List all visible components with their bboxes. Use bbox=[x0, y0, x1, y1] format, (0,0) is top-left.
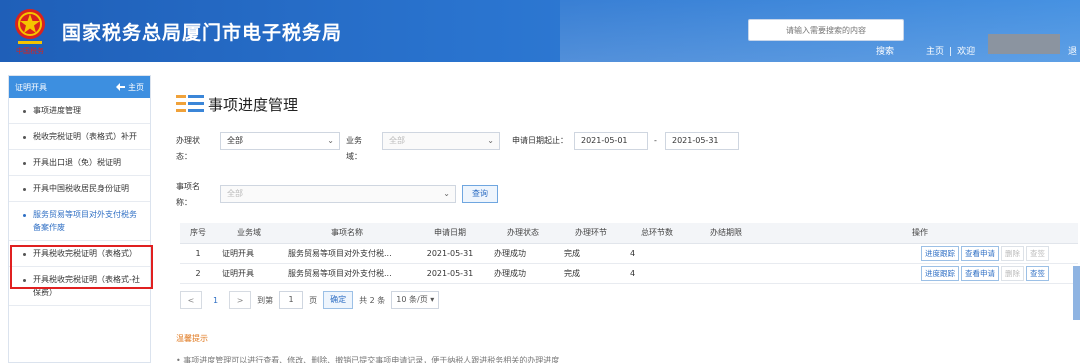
list-icon bbox=[176, 93, 204, 115]
cell-total: 4 bbox=[624, 243, 690, 264]
view-application-button[interactable]: 查看申请 bbox=[961, 265, 999, 281]
cell-deadline bbox=[690, 243, 762, 264]
cell-total: 4 bbox=[624, 263, 690, 284]
date-label: 申请日期起止： bbox=[512, 136, 568, 145]
chevron-left-icon: < bbox=[187, 295, 195, 305]
tip-title: 温馨提示 bbox=[176, 334, 208, 343]
column-header: 申请日期 bbox=[412, 223, 488, 244]
sidebar-item-progress[interactable]: 事项进度管理 bbox=[9, 98, 150, 124]
track-progress-button[interactable]: 进度跟踪 bbox=[921, 245, 959, 261]
chevron-down-icon: ⌄ bbox=[443, 189, 450, 198]
welcome-text: 欢迎 bbox=[957, 47, 976, 57]
scrollbar[interactable] bbox=[1073, 266, 1080, 320]
progress-table: 序号 业务域 事项名称 申请日期 办理状态 办理环节 总环节数 办结期限 操作 … bbox=[180, 223, 1078, 284]
page-unit-label: 页 bbox=[309, 295, 318, 305]
item-name-label: 事项名称： bbox=[176, 182, 200, 207]
logout-link[interactable]: 退 bbox=[1068, 44, 1077, 57]
svg-text:中国税务: 中国税务 bbox=[16, 46, 44, 55]
search-button[interactable]: 搜索 bbox=[876, 44, 894, 57]
cell-actions: 进度跟踪 查看申请 删除 查签 bbox=[762, 263, 1078, 284]
item-name-select[interactable]: 全部 ⌄ bbox=[220, 185, 456, 203]
delete-button[interactable]: 删除 bbox=[1001, 265, 1024, 281]
cell-domain: 证明开具 bbox=[216, 243, 282, 264]
page-number[interactable]: 1 bbox=[208, 296, 223, 305]
column-header: 办理状态 bbox=[488, 223, 558, 244]
top-links: 主页 | 欢迎 bbox=[926, 47, 976, 57]
date-end-input[interactable]: 2021-05-31 bbox=[665, 132, 739, 150]
next-page-button[interactable]: > bbox=[229, 291, 252, 309]
business-label: 业务域： bbox=[346, 136, 362, 161]
cell-date: 2021-05-31 bbox=[412, 263, 488, 284]
page-title: 事项进度管理 bbox=[176, 93, 298, 115]
chevron-down-icon: ⌄ bbox=[327, 136, 334, 145]
sidebar-item-export-refund[interactable]: 开具出口退（免）税证明 bbox=[9, 150, 150, 176]
date-start-input[interactable]: 2021-05-01 bbox=[574, 132, 648, 150]
sidebar-item-tax-resident[interactable]: 开具中国税收居民身份证明 bbox=[9, 176, 150, 202]
redacted-username bbox=[988, 34, 1060, 54]
sidebar-home-label: 主页 bbox=[128, 82, 144, 92]
tip-text: • 事项进度管理可以进行查看、修改、删除、撤销已提交事项申请记录，便于纳税人跟进… bbox=[176, 356, 560, 363]
column-header: 操作 bbox=[762, 223, 1078, 244]
sidebar-item-service-trade-void[interactable]: 服务贸易等项目对外支付税务备案作废 bbox=[9, 202, 150, 241]
goto-page-input[interactable]: 1 bbox=[279, 291, 304, 309]
cell-no: 1 bbox=[180, 243, 216, 264]
sidebar-item-tax-certificate[interactable]: 开具税收完税证明（表格式） bbox=[9, 241, 150, 267]
cell-no: 2 bbox=[180, 263, 216, 284]
column-header: 事项名称 bbox=[282, 223, 412, 244]
top-header: 中国税务 国家税务总局厦门市电子税务局 搜索 主页|欢迎 退 bbox=[0, 0, 1080, 62]
cell-name: 服务贸易等项目对外支付税... bbox=[282, 243, 412, 264]
goto-label: 到第 bbox=[257, 295, 274, 305]
check-sign-button[interactable]: 查签 bbox=[1026, 245, 1049, 261]
cell-domain: 证明开具 bbox=[216, 263, 282, 284]
column-header: 办理环节 bbox=[558, 223, 624, 244]
view-application-button[interactable]: 查看申请 bbox=[961, 245, 999, 261]
tax-emblem-icon: 中国税务 bbox=[15, 9, 45, 55]
total-count: 共 2 条 bbox=[359, 295, 386, 305]
main-content: 事项进度管理 办理状态： 全部 ⌄ 业务域： 全部 ⌄ 申请日期起止： 2021-0… bbox=[160, 75, 1080, 363]
prev-page-button[interactable]: < bbox=[180, 291, 202, 309]
column-header: 业务域 bbox=[216, 223, 282, 244]
check-sign-button[interactable]: 查签 bbox=[1026, 265, 1049, 281]
track-progress-button[interactable]: 进度跟踪 bbox=[921, 265, 959, 281]
status-select[interactable]: 全部 ⌄ bbox=[220, 132, 340, 150]
sidebar-item-tax-certificate-social[interactable]: 开具税收完税证明（表格式-社保费） bbox=[9, 267, 150, 306]
table-header-row: 序号 业务域 事项名称 申请日期 办理状态 办理环节 总环节数 办结期限 操作 bbox=[180, 223, 1078, 244]
query-button[interactable]: 查询 bbox=[462, 185, 498, 203]
home-link[interactable]: 主页 bbox=[926, 47, 944, 57]
chevron-right-icon: > bbox=[236, 295, 244, 305]
cell-actions: 进度跟踪 查看申请 删除 查签 bbox=[762, 243, 1078, 264]
date-separator: - bbox=[654, 136, 657, 145]
business-select[interactable]: 全部 ⌄ bbox=[382, 132, 500, 150]
page-size-select[interactable]: 10 条/页 ▾ bbox=[391, 291, 440, 309]
sidebar: 证明开具 主页 事项进度管理 税收完税证明（表格式）补开 开具出口退（免）税证明… bbox=[8, 75, 151, 363]
pagination: < 1 > 到第 1 页 确定 共 2 条 10 条/页 ▾ bbox=[180, 291, 440, 309]
delete-button[interactable]: 删除 bbox=[1001, 245, 1024, 261]
cell-status: 办理成功 bbox=[488, 263, 558, 284]
cell-step: 完成 bbox=[558, 243, 624, 264]
sidebar-item-reissue-certificate[interactable]: 税收完税证明（表格式）补开 bbox=[9, 124, 150, 150]
cell-step: 完成 bbox=[558, 263, 624, 284]
cell-name: 服务贸易等项目对外支付税... bbox=[282, 263, 412, 284]
status-label: 办理状态： bbox=[176, 136, 200, 161]
cell-status: 办理成功 bbox=[488, 243, 558, 264]
sidebar-title: 证明开具 bbox=[15, 82, 47, 92]
page-title-text: 事项进度管理 bbox=[208, 95, 299, 114]
cell-date: 2021-05-31 bbox=[412, 243, 488, 264]
column-header: 办结期限 bbox=[690, 223, 762, 244]
goto-confirm-button[interactable]: 确定 bbox=[323, 291, 354, 309]
sidebar-header: 证明开具 主页 bbox=[9, 76, 150, 98]
column-header: 序号 bbox=[180, 223, 216, 244]
site-title: 国家税务总局厦门市电子税务局 bbox=[62, 22, 343, 44]
table-row: 2 证明开具 服务贸易等项目对外支付税... 2021-05-31 办理成功 完… bbox=[180, 263, 1078, 284]
chevron-down-icon: ⌄ bbox=[487, 136, 494, 145]
back-arrow-icon bbox=[116, 83, 125, 91]
search-input[interactable] bbox=[748, 19, 904, 41]
sidebar-home-button[interactable]: 主页 bbox=[116, 82, 144, 93]
cell-deadline bbox=[690, 263, 762, 284]
table-row: 1 证明开具 服务贸易等项目对外支付税... 2021-05-31 办理成功 完… bbox=[180, 243, 1078, 264]
column-header: 总环节数 bbox=[624, 223, 690, 244]
